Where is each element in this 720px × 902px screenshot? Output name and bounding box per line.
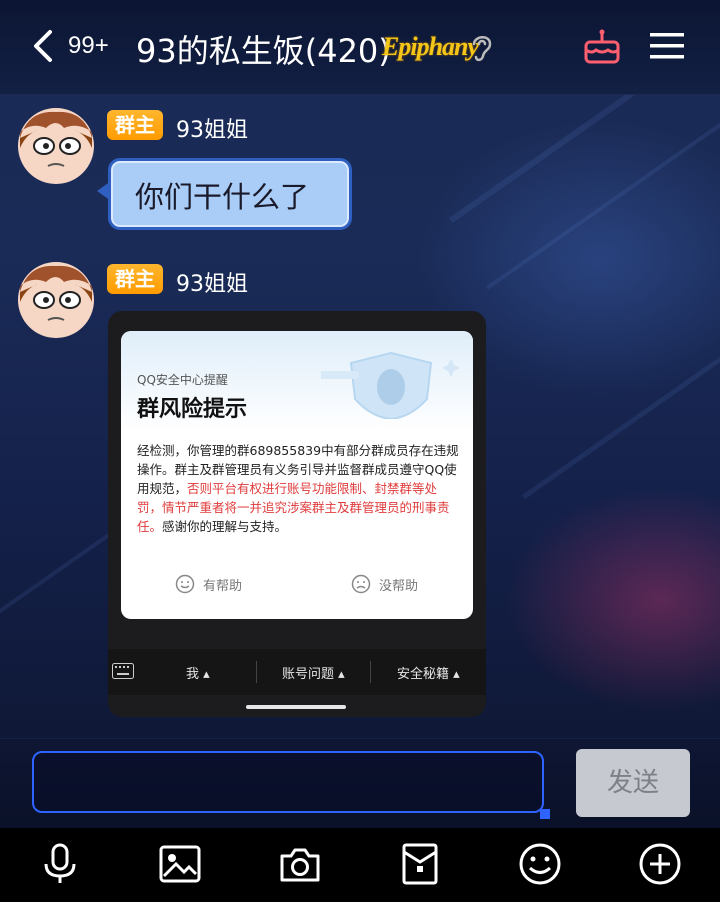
avatar[interactable] (18, 262, 94, 338)
sender-name[interactable]: 93姐姐 (176, 266, 248, 298)
microphone-icon[interactable] (38, 842, 82, 886)
smile-icon (175, 574, 195, 594)
camera-icon[interactable] (278, 842, 322, 886)
message-input[interactable] (32, 751, 550, 819)
notice-source: QQ安全中心提醒 (137, 373, 228, 387)
image-icon[interactable] (158, 842, 202, 886)
notice-body: 经检测，你管理的群689855839中有部分群成员存在违规操作。群主及群管理员有… (137, 441, 461, 536)
shield-penguin-icon (321, 351, 460, 419)
group-badge[interactable]: Epiphany (382, 32, 479, 62)
image-message[interactable]: QQ安全中心提醒 群风险提示 经检测，你管理的群689855839中有部分群成员… (108, 311, 486, 717)
nav-security-tips: 安全秘籍 ▴ (397, 667, 460, 682)
anime-face-icon (20, 265, 92, 321)
sender-name[interactable]: 93姐姐 (176, 112, 248, 144)
home-indicator (246, 705, 346, 709)
nav-account: 账号问题 ▴ (282, 667, 345, 682)
sad-icon (351, 574, 371, 594)
chat-header: 99+ 93的私生饭(420) Epiphany (0, 0, 720, 95)
screenshot-navbar: 我 ▴ 账号问题 ▴ 安全秘籍 ▴ (108, 649, 486, 695)
notice-title: 群风险提示 (137, 397, 248, 422)
security-notice-card: QQ安全中心提醒 群风险提示 经检测，你管理的群689855839中有部分群成员… (121, 331, 473, 619)
not-helpful-option: 没帮助 (351, 574, 418, 594)
anime-face-icon (20, 111, 92, 167)
plus-icon[interactable] (638, 842, 682, 886)
notice-body-end: 感谢你的理解与支持。 (162, 519, 288, 534)
back-arrow-icon[interactable] (28, 26, 68, 66)
keyboard-icon (112, 663, 134, 679)
bottom-toolbar (0, 828, 720, 902)
input-bar: 发送 (0, 738, 720, 829)
not-helpful-label: 没帮助 (379, 578, 419, 594)
menu-icon[interactable] (650, 30, 684, 62)
cake-icon[interactable] (582, 26, 622, 66)
emoji-icon[interactable] (518, 842, 562, 886)
avatar[interactable] (18, 108, 94, 184)
group-title[interactable]: 93的私生饭(420) (136, 26, 391, 72)
message-bubble[interactable]: 你们干什么了 (97, 158, 352, 230)
helpful-option: 有帮助 (175, 574, 242, 594)
redpacket-icon[interactable] (398, 842, 442, 886)
ear-icon[interactable] (468, 30, 496, 64)
helpful-label: 有帮助 (203, 578, 243, 594)
nav-me: 我 ▴ (186, 667, 210, 682)
unread-count[interactable]: 99+ (68, 32, 109, 60)
role-badge-owner: 群主 (107, 264, 163, 294)
role-badge-owner: 群主 (107, 110, 163, 140)
send-button[interactable]: 发送 (576, 749, 690, 817)
